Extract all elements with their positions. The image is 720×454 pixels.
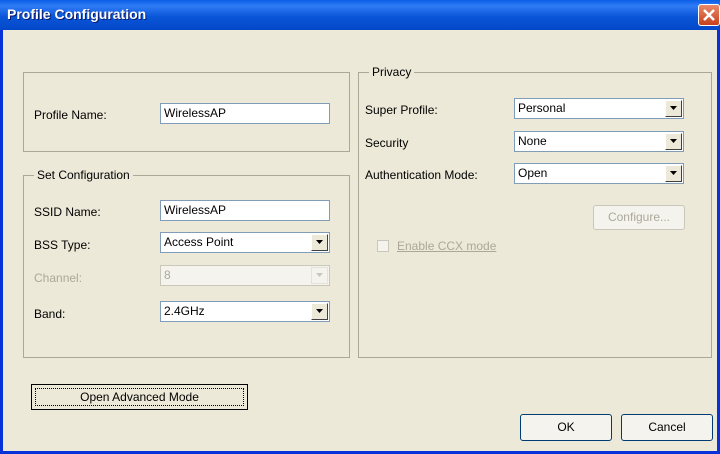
configure-button[interactable]: Configure... bbox=[593, 205, 685, 230]
cancel-button[interactable]: Cancel bbox=[621, 414, 713, 441]
close-icon bbox=[703, 9, 715, 21]
profile-configuration-dialog: Profile Configuration Profile Name: Wire… bbox=[0, 0, 720, 454]
super-profile-label: Super Profile: bbox=[365, 103, 438, 117]
band-label: Band: bbox=[34, 307, 66, 321]
enable-ccx-checkbox[interactable] bbox=[377, 240, 389, 252]
chevron-down-icon[interactable] bbox=[311, 267, 328, 284]
channel-label: Channel: bbox=[34, 271, 83, 285]
title-bar: Profile Configuration bbox=[0, 0, 720, 30]
ssid-name-input[interactable]: WirelessAP bbox=[160, 200, 330, 221]
enable-ccx-label: Enable CCX mode bbox=[397, 239, 497, 253]
profile-name-label: Profile Name: bbox=[34, 108, 107, 122]
privacy-legend: Privacy bbox=[369, 65, 415, 79]
bss-type-select[interactable]: Access Point bbox=[160, 232, 330, 253]
chevron-down-icon[interactable] bbox=[311, 234, 328, 251]
channel-select[interactable]: 8 bbox=[160, 265, 330, 286]
bss-type-label: BSS Type: bbox=[34, 238, 91, 252]
set-configuration-legend: Set Configuration bbox=[34, 168, 133, 182]
band-select[interactable]: 2.4GHz bbox=[160, 301, 330, 322]
chevron-down-icon[interactable] bbox=[311, 303, 328, 320]
authentication-mode-label: Authentication Mode: bbox=[365, 168, 478, 182]
set-configuration-group: Set Configuration SSID Name: WirelessAP … bbox=[23, 168, 350, 358]
chevron-down-icon[interactable] bbox=[665, 133, 682, 150]
profile-name-group: Profile Name: WirelessAP bbox=[23, 72, 350, 152]
profile-name-input[interactable]: WirelessAP bbox=[160, 103, 330, 124]
channel-value: 8 bbox=[164, 268, 171, 282]
ssid-name-label: SSID Name: bbox=[34, 205, 101, 219]
super-profile-select[interactable]: Personal bbox=[514, 98, 684, 119]
security-label: Security bbox=[365, 136, 409, 150]
open-advanced-mode-label: Open Advanced Mode bbox=[80, 390, 199, 404]
open-advanced-mode-button[interactable]: Open Advanced Mode bbox=[31, 384, 248, 410]
window-title: Profile Configuration bbox=[7, 6, 147, 22]
chevron-down-icon[interactable] bbox=[665, 165, 682, 182]
security-value: None bbox=[518, 134, 547, 148]
privacy-group: Privacy Super Profile: Personal Security… bbox=[358, 65, 712, 358]
close-button[interactable] bbox=[698, 4, 720, 26]
band-value: 2.4GHz bbox=[164, 304, 205, 318]
chevron-down-icon[interactable] bbox=[665, 100, 682, 117]
authentication-mode-value: Open bbox=[518, 166, 548, 180]
super-profile-value: Personal bbox=[518, 101, 566, 115]
ok-button[interactable]: OK bbox=[520, 414, 612, 441]
bss-type-value: Access Point bbox=[164, 235, 234, 249]
authentication-mode-select[interactable]: Open bbox=[514, 163, 684, 184]
security-select[interactable]: None bbox=[514, 131, 684, 152]
